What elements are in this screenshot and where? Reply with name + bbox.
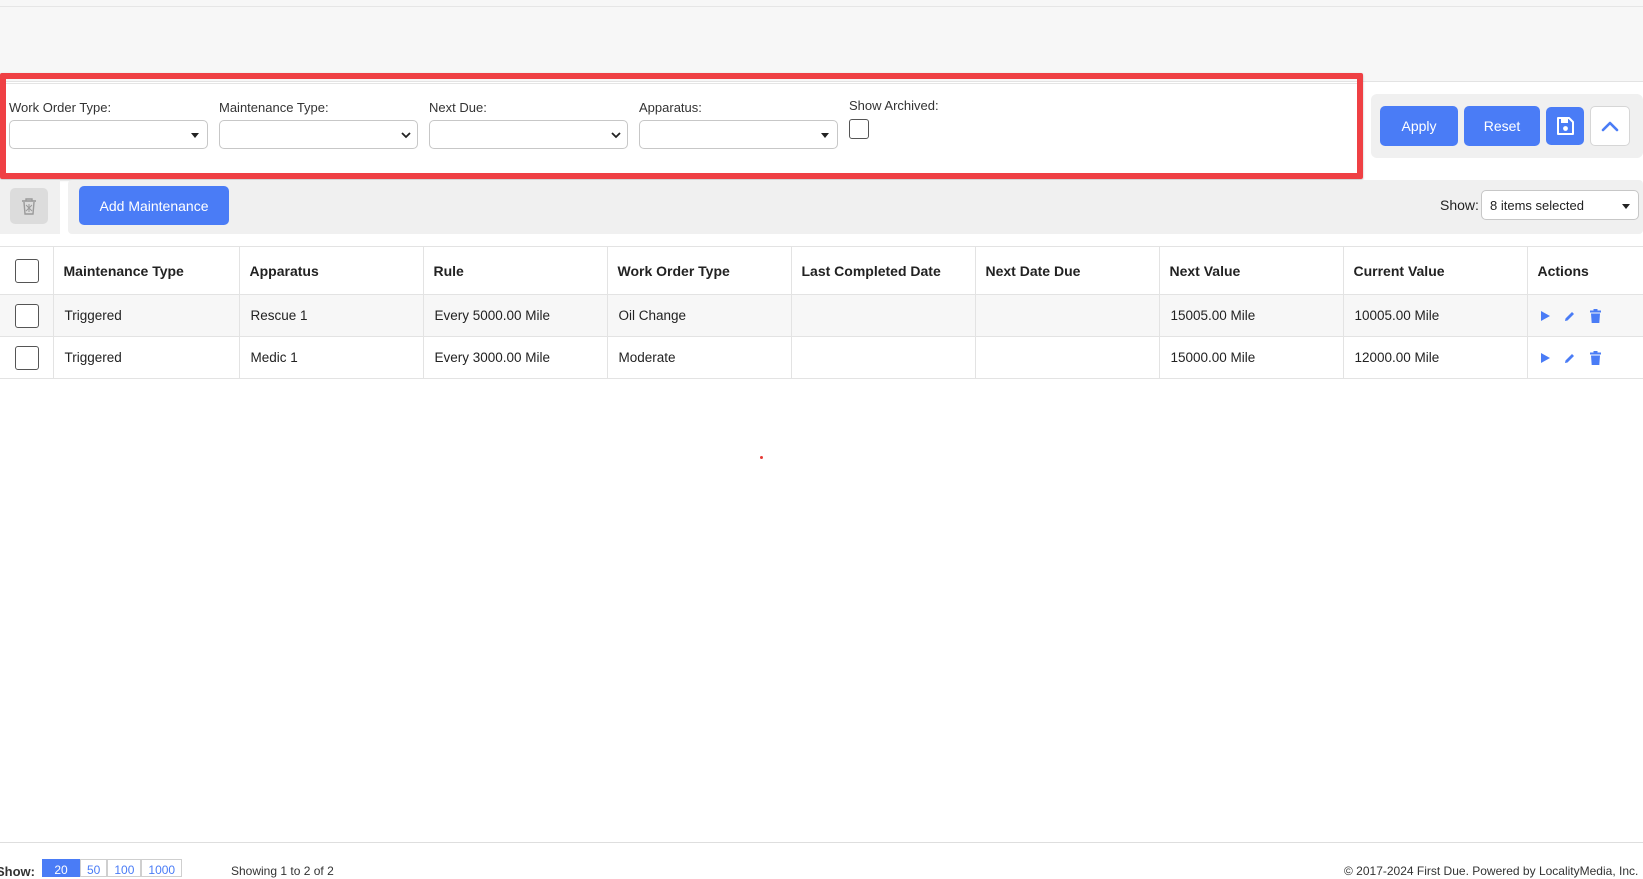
reset-button[interactable]: Reset bbox=[1464, 106, 1540, 146]
footer-divider bbox=[0, 842, 1643, 843]
select-all-checkbox[interactable] bbox=[15, 258, 39, 283]
cell-next-value: 15000.00 Mile bbox=[1159, 336, 1344, 379]
filter-show-archived: Show Archived: bbox=[849, 98, 939, 139]
save-icon bbox=[1557, 117, 1574, 135]
row-select-cell bbox=[0, 294, 54, 337]
show-archived-checkbox[interactable] bbox=[849, 119, 869, 139]
next-due-select[interactable] bbox=[429, 120, 628, 149]
row-select-cell bbox=[0, 336, 54, 379]
cell-apparatus: Medic 1 bbox=[239, 336, 424, 379]
chevron-down-icon bbox=[401, 132, 411, 139]
cell-next-value: 15005.00 Mile bbox=[1159, 294, 1344, 337]
add-maintenance-button[interactable]: Add Maintenance bbox=[79, 186, 229, 225]
play-icon[interactable] bbox=[1539, 352, 1551, 364]
cell-work-order-type: Oil Change bbox=[607, 294, 792, 337]
chevron-up-icon bbox=[1601, 121, 1619, 132]
cell-current-value: 10005.00 Mile bbox=[1343, 294, 1528, 337]
column-header[interactable]: Maintenance Type bbox=[53, 246, 240, 295]
row-checkbox[interactable] bbox=[15, 345, 39, 370]
filter-next-due: Next Due: bbox=[429, 100, 628, 149]
edit-icon[interactable] bbox=[1563, 310, 1576, 323]
cell-next-date-due bbox=[975, 294, 1160, 337]
column-header[interactable]: Last Completed Date bbox=[791, 246, 976, 295]
play-icon[interactable] bbox=[1539, 310, 1551, 322]
header-divider bbox=[0, 6, 1643, 7]
column-header[interactable]: Apparatus bbox=[239, 246, 424, 295]
showing-count: Showing 1 to 2 of 2 bbox=[231, 864, 334, 878]
edit-icon[interactable] bbox=[1563, 352, 1576, 365]
row-checkbox[interactable] bbox=[15, 303, 39, 328]
column-header: Actions bbox=[1527, 246, 1643, 295]
cell-rule: Every 3000.00 Mile bbox=[423, 336, 608, 379]
page-size-option[interactable]: 20 bbox=[42, 859, 80, 877]
delete-icon[interactable] bbox=[1589, 309, 1602, 324]
filter-label: Maintenance Type: bbox=[219, 100, 329, 115]
cursor-dot bbox=[760, 456, 763, 459]
column-header[interactable]: Next Date Due bbox=[975, 246, 1160, 295]
cell-actions bbox=[1527, 294, 1643, 337]
cell-work-order-type: Moderate bbox=[607, 336, 792, 379]
select-all-cell bbox=[0, 246, 54, 295]
table-row: Triggered Medic 1 Every 3000.00 Mile Mod… bbox=[0, 336, 1643, 379]
table-toolbar bbox=[68, 180, 1643, 234]
filter-label: Next Due: bbox=[429, 100, 487, 115]
cell-maintenance-type: Triggered bbox=[53, 336, 240, 379]
work-order-type-select[interactable] bbox=[9, 120, 208, 149]
trash-icon bbox=[22, 198, 36, 215]
cell-rule: Every 5000.00 Mile bbox=[423, 294, 608, 337]
filter-label: Show Archived: bbox=[849, 98, 939, 113]
cell-maintenance-type: Triggered bbox=[53, 294, 240, 337]
filter-apparatus: Apparatus: bbox=[639, 100, 838, 149]
cell-apparatus: Rescue 1 bbox=[239, 294, 424, 337]
apply-button[interactable]: Apply bbox=[1380, 106, 1458, 146]
caret-down-icon bbox=[1622, 204, 1630, 209]
cell-current-value: 12000.00 Mile bbox=[1343, 336, 1528, 379]
copyright-text: © 2017-2024 First Due. Powered by Locali… bbox=[1344, 864, 1639, 878]
maintenance-table: Maintenance Type Apparatus Rule Work Ord… bbox=[0, 246, 1643, 379]
columns-select-value: 8 items selected bbox=[1490, 198, 1584, 213]
table-header-row: Maintenance Type Apparatus Rule Work Ord… bbox=[0, 246, 1643, 295]
save-filter-button[interactable] bbox=[1546, 107, 1584, 145]
apparatus-select[interactable] bbox=[639, 120, 838, 149]
caret-down-icon bbox=[821, 133, 829, 138]
page-size-selector: 20 50 100 1000 bbox=[42, 859, 183, 877]
filter-label: Work Order Type: bbox=[9, 100, 112, 115]
table-row: Triggered Rescue 1 Every 5000.00 Mile Oi… bbox=[0, 294, 1643, 337]
filter-work-order-type: Work Order Type: bbox=[9, 100, 208, 149]
column-header[interactable]: Current Value bbox=[1343, 246, 1528, 295]
bulk-delete-button[interactable] bbox=[10, 188, 48, 224]
columns-show-label: Show: bbox=[1440, 197, 1479, 213]
top-header-strip bbox=[0, 0, 1643, 82]
filter-maintenance-type: Maintenance Type: bbox=[219, 100, 418, 149]
columns-select[interactable]: 8 items selected bbox=[1481, 190, 1639, 220]
column-header[interactable]: Work Order Type bbox=[607, 246, 792, 295]
caret-down-icon bbox=[191, 133, 199, 138]
chevron-down-icon bbox=[611, 132, 621, 139]
maintenance-type-select[interactable] bbox=[219, 120, 418, 149]
filter-label: Apparatus: bbox=[639, 100, 702, 115]
cell-last-completed bbox=[791, 294, 976, 337]
delete-icon[interactable] bbox=[1589, 351, 1602, 366]
column-header[interactable]: Next Value bbox=[1159, 246, 1344, 295]
cell-next-date-due bbox=[975, 336, 1160, 379]
cell-actions bbox=[1527, 336, 1643, 379]
collapse-filters-button[interactable] bbox=[1590, 106, 1630, 146]
page-size-option[interactable]: 50 bbox=[80, 859, 108, 877]
page-size-option[interactable]: 100 bbox=[107, 859, 142, 877]
cell-last-completed bbox=[791, 336, 976, 379]
column-header[interactable]: Rule bbox=[423, 246, 608, 295]
page-size-option[interactable]: 1000 bbox=[141, 859, 183, 877]
